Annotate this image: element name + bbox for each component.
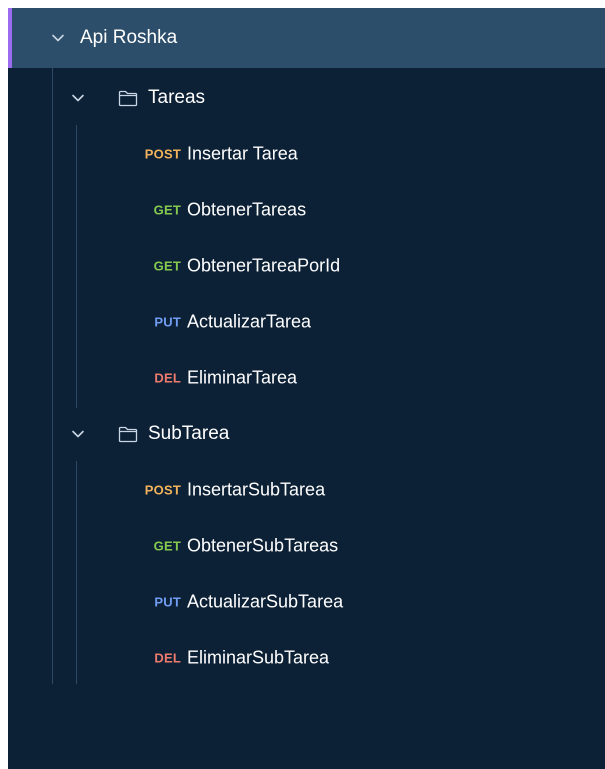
collection-row-api-roshka[interactable]: Api Roshka xyxy=(8,8,605,68)
folder-row-subtarea[interactable]: SubTarea xyxy=(8,406,605,462)
chevron-down-icon[interactable] xyxy=(66,86,90,110)
request-row[interactable]: GET ObtenerTareaPorId xyxy=(8,238,605,294)
request-name: ObtenerTareas xyxy=(187,199,307,220)
method-badge: DEL xyxy=(154,650,181,666)
chevron-down-icon[interactable] xyxy=(46,26,70,50)
request-row[interactable]: DEL EliminarSubTarea xyxy=(8,630,605,686)
chevron-down-icon[interactable] xyxy=(66,422,90,446)
folder-name: Tareas xyxy=(148,87,206,108)
collection-name: Api Roshka xyxy=(80,27,178,48)
method-badge: PUT xyxy=(154,314,181,330)
request-name: EliminarTarea xyxy=(187,367,298,388)
folder-row-tareas[interactable]: Tareas xyxy=(8,70,605,126)
request-row[interactable]: PUT ActualizarTarea xyxy=(8,294,605,350)
method-badge: POST xyxy=(144,482,181,498)
request-name: Insertar Tarea xyxy=(187,143,298,164)
method-badge: DEL xyxy=(154,370,181,386)
method-badge: GET xyxy=(153,202,181,218)
folder-icon xyxy=(118,89,138,107)
method-badge: PUT xyxy=(154,594,181,610)
request-name: ObtenerTareaPorId xyxy=(187,255,341,276)
request-name: ActualizarTarea xyxy=(187,311,312,332)
request-row[interactable]: POST InsertarSubTarea xyxy=(8,462,605,518)
method-badge: GET xyxy=(153,258,181,274)
folder-icon xyxy=(118,425,138,443)
request-name: InsertarSubTarea xyxy=(187,479,326,500)
request-row[interactable]: PUT ActualizarSubTarea xyxy=(8,574,605,630)
request-name: ObtenerSubTareas xyxy=(187,535,339,556)
request-row[interactable]: DEL EliminarTarea xyxy=(8,350,605,406)
request-row[interactable]: GET ObtenerSubTareas xyxy=(8,518,605,574)
request-row[interactable]: POST Insertar Tarea xyxy=(8,126,605,182)
request-name: EliminarSubTarea xyxy=(187,647,330,668)
method-badge: POST xyxy=(144,146,181,162)
method-badge: GET xyxy=(153,538,181,554)
request-name: ActualizarSubTarea xyxy=(187,591,344,612)
folder-name: SubTarea xyxy=(148,423,230,444)
collection-sidebar: Api Roshka Tareas POST Insertar Tarea GE… xyxy=(8,8,605,769)
request-row[interactable]: GET ObtenerTareas xyxy=(8,182,605,238)
